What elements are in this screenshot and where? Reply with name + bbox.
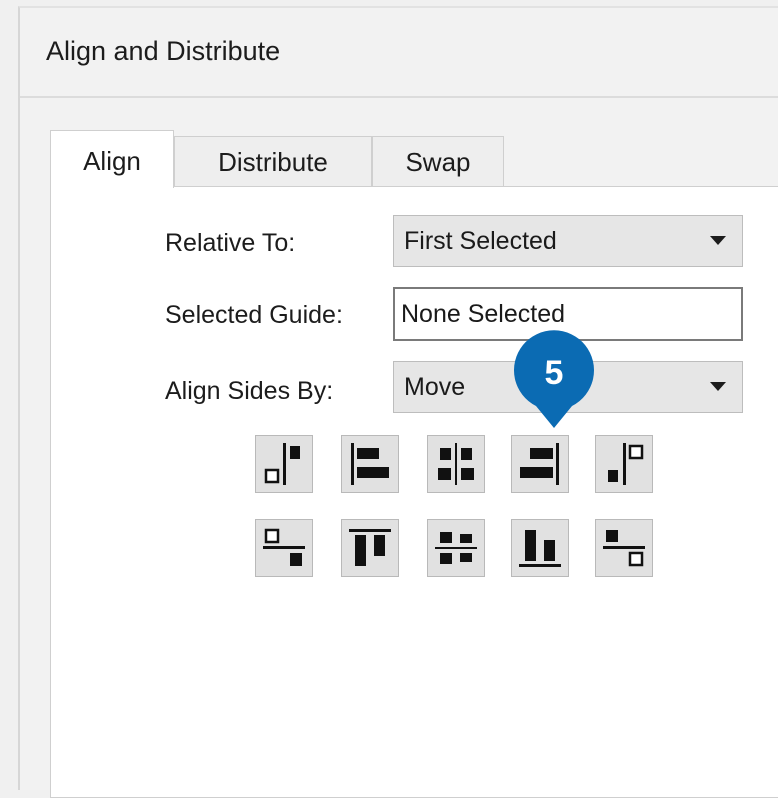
align-bottom-to-top-icon bbox=[603, 530, 645, 567]
align-distribute-dialog: Align and Distribute Align Distribute Sw… bbox=[18, 6, 778, 798]
selected-guide-label: Selected Guide: bbox=[165, 301, 343, 329]
align-horizontal-centers-button[interactable] bbox=[427, 435, 485, 493]
dialog-title: Align and Distribute bbox=[46, 36, 281, 66]
align-sides-by-value: Move bbox=[404, 373, 466, 401]
align-right-edges-button[interactable] bbox=[511, 435, 569, 493]
align-vertical-centers-icon bbox=[435, 532, 477, 564]
align-left-to-right-button[interactable] bbox=[255, 435, 313, 493]
step-callout-marker: 5 bbox=[514, 330, 594, 428]
relative-to-value: First Selected bbox=[404, 227, 557, 255]
align-right-to-left-button[interactable] bbox=[595, 435, 653, 493]
align-panel: Relative To: First Selected Selected Gui… bbox=[50, 186, 778, 798]
align-horizontal-centers-icon bbox=[438, 443, 474, 485]
dropdown-arrow-icon bbox=[710, 236, 726, 245]
align-top-edges-icon bbox=[349, 529, 391, 566]
align-sides-by-label: Align Sides By: bbox=[165, 377, 334, 405]
selected-guide-value: None Selected bbox=[401, 300, 566, 328]
align-vertical-centers-button[interactable] bbox=[427, 519, 485, 577]
callout-number: 5 bbox=[545, 354, 564, 392]
relative-to-dropdown[interactable]: First Selected bbox=[393, 215, 743, 267]
align-bottom-edges-icon bbox=[519, 530, 561, 567]
align-top-to-bottom-icon bbox=[263, 528, 305, 566]
title-divider bbox=[20, 96, 778, 98]
align-top-to-bottom-button[interactable] bbox=[255, 519, 313, 577]
align-top-edges-button[interactable] bbox=[341, 519, 399, 577]
align-bottom-to-top-button[interactable] bbox=[595, 519, 653, 577]
tab-swap[interactable]: Swap bbox=[372, 136, 504, 186]
align-left-edges-icon bbox=[351, 443, 389, 485]
align-left-to-right-icon bbox=[264, 443, 300, 485]
dropdown-arrow-icon bbox=[710, 382, 726, 391]
align-right-edges-icon bbox=[520, 443, 559, 485]
align-bottom-edges-button[interactable] bbox=[511, 519, 569, 577]
relative-to-label: Relative To: bbox=[165, 229, 296, 257]
align-right-to-left-icon bbox=[608, 443, 644, 485]
tab-align[interactable]: Align bbox=[50, 130, 174, 188]
tab-distribute[interactable]: Distribute bbox=[174, 136, 372, 186]
align-left-edges-button[interactable] bbox=[341, 435, 399, 493]
